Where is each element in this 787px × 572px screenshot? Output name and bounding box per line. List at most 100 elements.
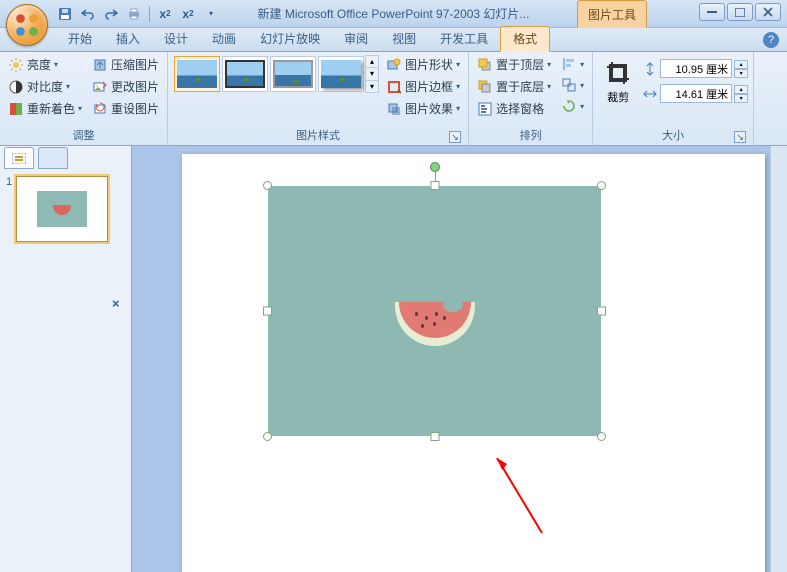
style-item-4[interactable] xyxy=(318,56,364,92)
maximize-button[interactable] xyxy=(727,3,753,21)
selection-pane-button[interactable]: 选择窗格 xyxy=(474,99,554,118)
recolor-button[interactable]: 重新着色▾ xyxy=(5,99,85,118)
align-icon xyxy=(561,56,577,72)
style-item-3[interactable] xyxy=(270,56,316,92)
slide-canvas-area[interactable] xyxy=(132,146,770,572)
handle-ml[interactable] xyxy=(263,307,272,316)
width-input[interactable] xyxy=(660,84,732,103)
tab-design[interactable]: 设计 xyxy=(152,27,200,51)
crop-button[interactable]: 裁剪 xyxy=(598,55,638,107)
width-icon xyxy=(642,86,658,102)
style-item-2[interactable] xyxy=(222,56,268,92)
picture-effects-label: 图片效果 xyxy=(405,100,453,117)
change-picture-button[interactable]: 更改图片 xyxy=(89,77,162,96)
group-button[interactable]: ▾ xyxy=(558,76,587,94)
rotate-handle[interactable] xyxy=(430,162,440,172)
handle-tl[interactable] xyxy=(263,181,272,190)
slide[interactable] xyxy=(182,154,765,572)
title-bar: x2 x2 ▾ 新建 Microsoft Office PowerPoint 9… xyxy=(0,0,787,28)
outline-tab[interactable] xyxy=(38,147,68,169)
picture-border-button[interactable]: 图片边框▾ xyxy=(383,77,463,96)
brightness-label: 亮度 xyxy=(27,56,51,73)
brightness-icon xyxy=(8,57,24,73)
group-size: 裁剪 ▴▾ ▴▾ 大小↘ xyxy=(593,52,754,145)
selected-image[interactable] xyxy=(268,186,601,436)
tab-insert[interactable]: 插入 xyxy=(104,27,152,51)
tab-review[interactable]: 审阅 xyxy=(332,27,380,51)
handle-br[interactable] xyxy=(597,432,606,441)
height-input[interactable] xyxy=(660,59,732,78)
tab-slideshow[interactable]: 幻灯片放映 xyxy=(248,27,332,51)
tab-home[interactable]: 开始 xyxy=(56,27,104,51)
style-item-1[interactable] xyxy=(174,56,220,92)
change-picture-icon xyxy=(92,79,108,95)
brightness-button[interactable]: 亮度▾ xyxy=(5,55,85,74)
styles-launcher[interactable]: ↘ xyxy=(449,131,461,143)
gallery-down-button[interactable]: ▾ xyxy=(366,68,378,80)
picture-effects-button[interactable]: 图片效果▾ xyxy=(383,99,463,118)
recolor-icon xyxy=(8,101,24,117)
height-up[interactable]: ▴ xyxy=(734,60,748,69)
reset-picture-icon xyxy=(92,101,108,117)
bring-front-icon xyxy=(477,57,493,73)
change-picture-label: 更改图片 xyxy=(111,78,159,95)
handle-bm[interactable] xyxy=(430,432,439,441)
width-box: ▴▾ xyxy=(642,84,748,103)
compress-button[interactable]: 压缩图片 xyxy=(89,55,162,74)
group-adjust-title: 调整 xyxy=(5,125,162,145)
send-back-icon xyxy=(477,79,493,95)
group-arrange-title: 排列 xyxy=(474,125,587,145)
compress-icon xyxy=(92,57,108,73)
bring-front-button[interactable]: 置于顶层▾ xyxy=(474,55,554,74)
undo-icon[interactable] xyxy=(79,5,97,23)
size-launcher[interactable]: ↘ xyxy=(734,131,746,143)
handle-tm[interactable] xyxy=(430,181,439,190)
tab-developer[interactable]: 开发工具 xyxy=(428,27,500,51)
minimize-button[interactable] xyxy=(699,3,725,21)
tab-animations[interactable]: 动画 xyxy=(200,27,248,51)
close-button[interactable] xyxy=(755,3,781,21)
ribbon: 亮度▾ 对比度▾ 重新着色▾ 压缩图片 更改图片 重设图片 调整 xyxy=(0,52,787,146)
window-title: 新建 Microsoft Office PowerPoint 97-2003 幻… xyxy=(258,5,530,22)
office-button[interactable] xyxy=(6,4,48,46)
width-down[interactable]: ▾ xyxy=(734,94,748,103)
group-styles-title: 图片样式↘ xyxy=(173,125,463,145)
quick-access-toolbar: x2 x2 ▾ xyxy=(56,5,220,23)
slides-tab[interactable] xyxy=(4,147,34,169)
contrast-icon xyxy=(8,79,24,95)
superscript-icon[interactable]: x2 xyxy=(156,5,174,23)
group-size-title: 大小↘ xyxy=(598,125,748,145)
recolor-label: 重新着色 xyxy=(27,100,75,117)
tab-view[interactable]: 视图 xyxy=(380,27,428,51)
contrast-button[interactable]: 对比度▾ xyxy=(5,77,85,96)
picture-shape-label: 图片形状 xyxy=(405,56,453,73)
crop-label: 裁剪 xyxy=(607,89,629,105)
tab-format[interactable]: 格式 xyxy=(500,26,550,52)
width-up[interactable]: ▴ xyxy=(734,85,748,94)
save-icon[interactable] xyxy=(56,5,74,23)
watermelon-graphic xyxy=(395,302,475,346)
slide-thumbnail-1[interactable] xyxy=(16,176,108,242)
picture-shape-icon xyxy=(386,57,402,73)
handle-tr[interactable] xyxy=(597,181,606,190)
reset-picture-button[interactable]: 重设图片 xyxy=(89,99,162,118)
close-panel-button[interactable]: × xyxy=(112,296,120,311)
handle-mr[interactable] xyxy=(597,307,606,316)
subscript-icon[interactable]: x2 xyxy=(179,5,197,23)
rotate-button[interactable]: ▾ xyxy=(558,97,587,115)
gallery-up-button[interactable]: ▴ xyxy=(366,56,378,68)
print-icon[interactable] xyxy=(125,5,143,23)
gallery-more-button[interactable]: ▾ xyxy=(366,81,378,92)
group-icon xyxy=(561,77,577,93)
vertical-scrollbar[interactable] xyxy=(770,146,787,572)
send-back-button[interactable]: 置于底层▾ xyxy=(474,77,554,96)
align-button[interactable]: ▾ xyxy=(558,55,587,73)
slide-number: 1 xyxy=(6,176,12,242)
redo-icon[interactable] xyxy=(102,5,120,23)
help-button[interactable]: ? xyxy=(763,32,779,48)
height-down[interactable]: ▾ xyxy=(734,69,748,78)
handle-bl[interactable] xyxy=(263,432,272,441)
qat-more-icon[interactable]: ▾ xyxy=(202,5,220,23)
selection-pane-label: 选择窗格 xyxy=(496,100,544,117)
picture-shape-button[interactable]: 图片形状▾ xyxy=(383,55,463,74)
